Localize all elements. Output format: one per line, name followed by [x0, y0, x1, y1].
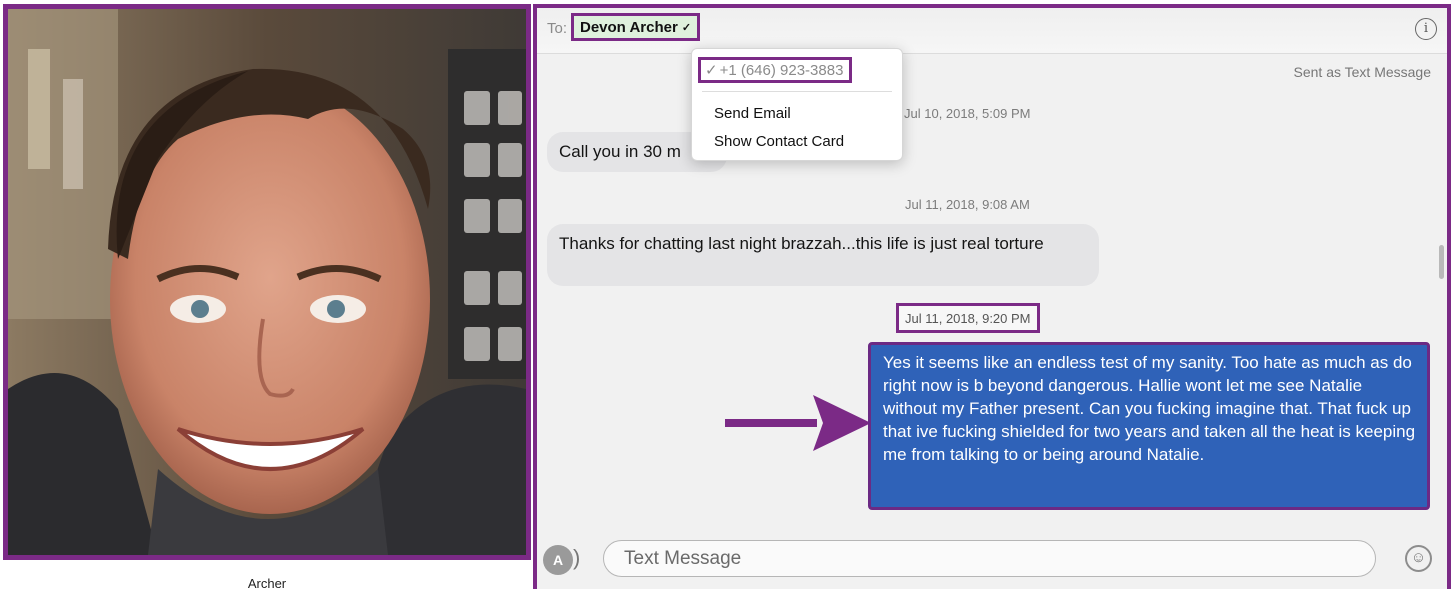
message-bubble-incoming[interactable]: Thanks for chatting last night brazzah..…	[547, 224, 1099, 286]
recipient-dropdown-menu: ✓ +1 (646) 923-3883 Send Email Show Conta…	[691, 48, 903, 161]
portrait-image	[8, 9, 526, 555]
to-label: To:	[547, 20, 568, 37]
menu-item-send-email[interactable]: Send Email	[714, 105, 791, 122]
menu-item-phone[interactable]: ✓ +1 (646) 923-3883	[698, 57, 853, 83]
highlighted-timestamp: Jul 11, 2018, 9:20 PM	[896, 303, 1040, 333]
sent-as-label: Sent as Text Message	[1293, 64, 1431, 80]
app-store-icon[interactable]: A	[543, 545, 573, 575]
message-bubble-outgoing[interactable]: Yes it seems like an endless test of my …	[868, 342, 1430, 510]
timestamp: Jul 10, 2018, 5:09 PM	[904, 106, 1031, 121]
scrollbar[interactable]	[1439, 245, 1444, 279]
emoji-icon[interactable]: ☺	[1405, 545, 1432, 572]
apps-divider: )	[573, 545, 581, 570]
checkmark-icon: ✓	[705, 62, 718, 79]
message-input[interactable]	[603, 540, 1376, 577]
timestamp: Jul 11, 2018, 9:08 AM	[905, 197, 1030, 212]
menu-separator	[702, 91, 892, 92]
chevron-down-icon: ✓	[681, 22, 692, 34]
portrait-photo	[3, 4, 531, 560]
phone-number: +1 (646) 923-3883	[719, 62, 844, 79]
annotation-arrow	[725, 395, 871, 451]
recipient-bar: To: Devon Archer ✓ i	[537, 8, 1447, 54]
info-icon[interactable]: i	[1415, 18, 1437, 40]
recipient-chip[interactable]: Devon Archer ✓	[571, 13, 701, 41]
recipient-name: Devon Archer	[580, 19, 678, 36]
menu-item-show-contact-card[interactable]: Show Contact Card	[714, 133, 844, 150]
messages-window: To: Devon Archer ✓ i Sent as Text Messag…	[533, 4, 1451, 589]
